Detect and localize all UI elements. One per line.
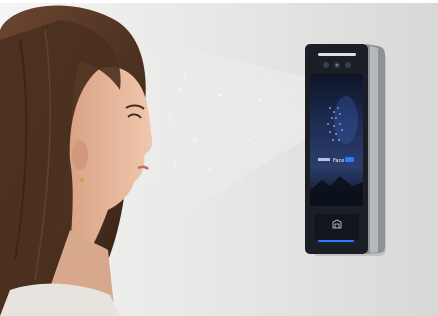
ear <box>72 140 88 170</box>
photo-scene: Face <box>0 0 438 316</box>
camera-icon <box>323 61 351 69</box>
face-recognition-terminal: Face <box>305 44 386 256</box>
card-reader-area <box>314 214 359 240</box>
earring <box>79 177 85 183</box>
scene-illustration: Face <box>0 0 438 316</box>
status-led <box>318 240 354 242</box>
screen-label: Face <box>333 158 344 164</box>
